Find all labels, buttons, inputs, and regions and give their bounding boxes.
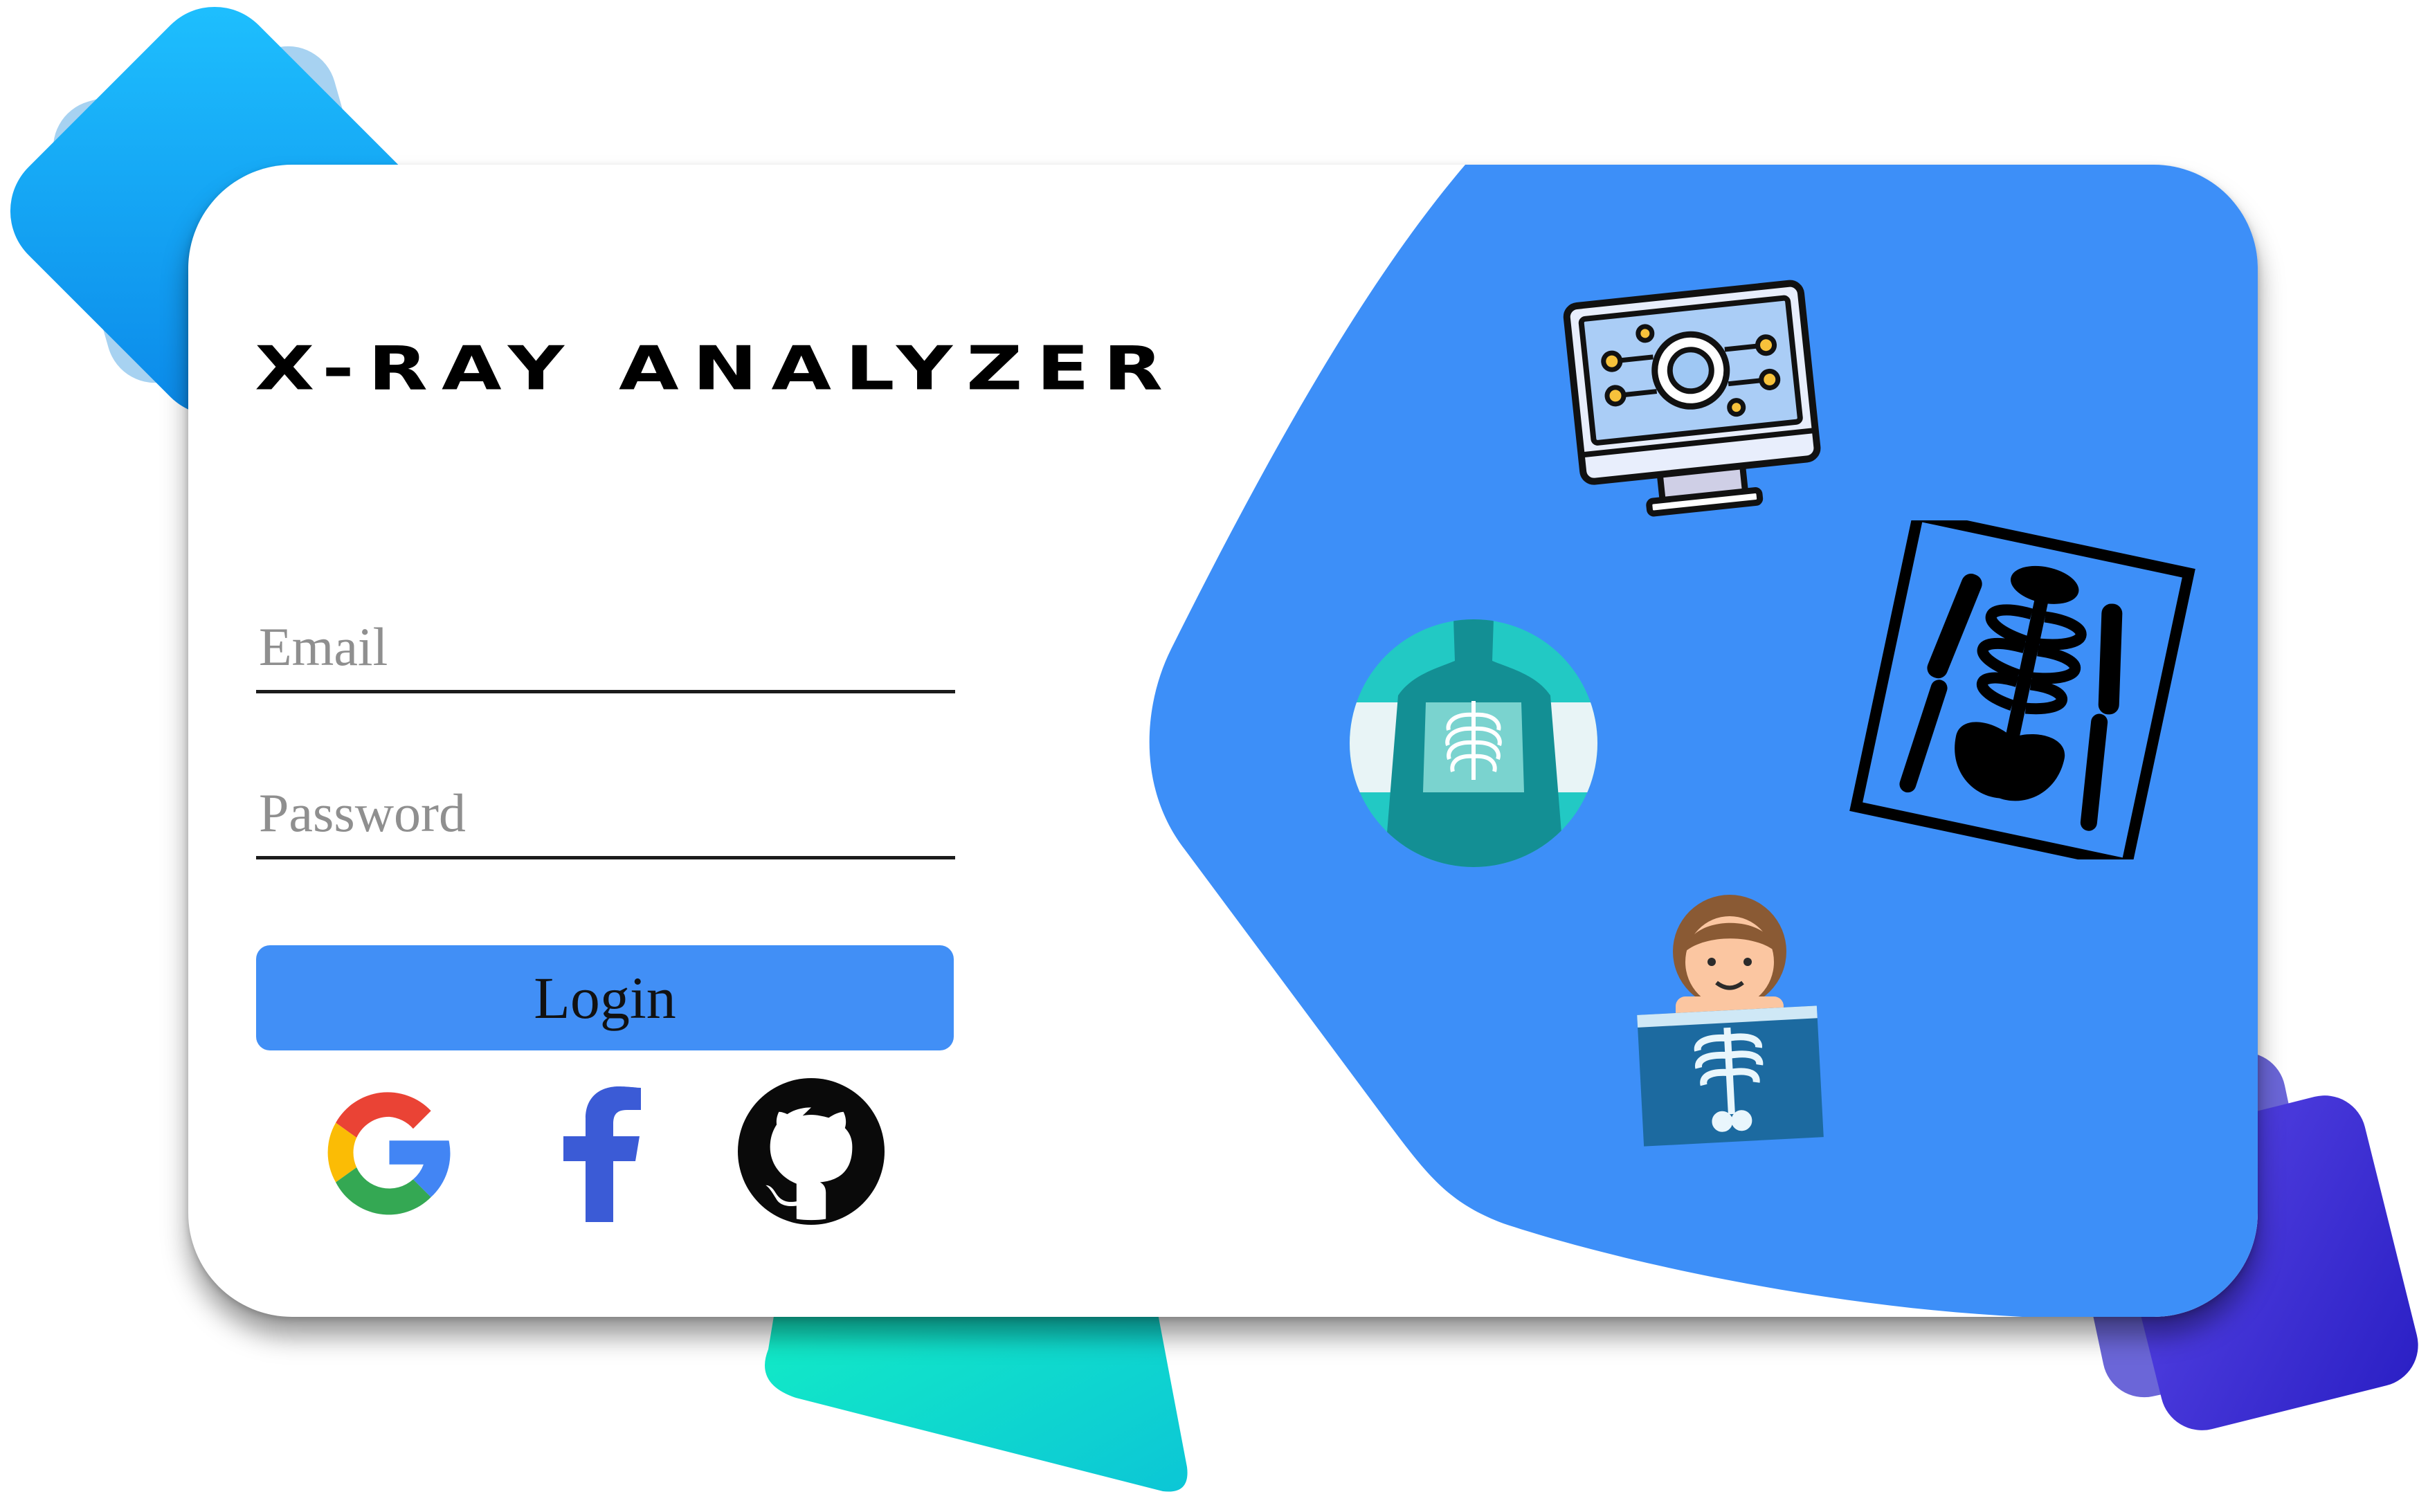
email-field[interactable] bbox=[256, 610, 955, 699]
app-title: X-RAY ANALYZER bbox=[255, 334, 1177, 404]
facebook-icon bbox=[563, 1086, 641, 1222]
patient-xray-icon bbox=[1637, 895, 1824, 1147]
email-input[interactable] bbox=[256, 610, 955, 693]
skeleton-xray-illustration bbox=[1849, 509, 2195, 871]
chest-xray-illustration bbox=[1350, 619, 1597, 867]
facebook-login-button[interactable] bbox=[544, 1084, 662, 1222]
skeleton-xray-film-icon bbox=[1849, 509, 2195, 871]
ai-monitor-illustration bbox=[1563, 273, 1826, 535]
github-login-button[interactable] bbox=[738, 1078, 885, 1225]
password-field[interactable] bbox=[256, 776, 955, 865]
password-input[interactable] bbox=[256, 776, 955, 859]
google-icon bbox=[327, 1092, 451, 1215]
patient-xray-illustration bbox=[1623, 886, 1836, 1154]
github-icon bbox=[738, 1078, 885, 1225]
google-login-button[interactable] bbox=[315, 1078, 464, 1227]
login-button[interactable]: Login bbox=[256, 945, 954, 1050]
chest-xray-torso-icon bbox=[1350, 619, 1597, 867]
ai-monitor-icon bbox=[1563, 280, 1821, 517]
